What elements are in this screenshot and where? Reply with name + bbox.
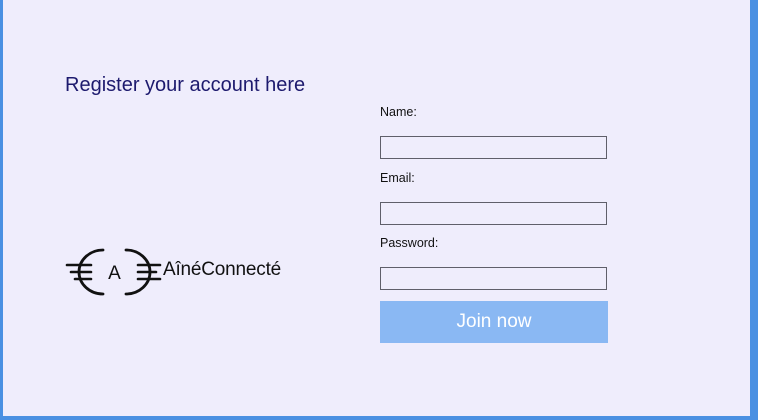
registration-page: Register your account here A AînéConnect…	[3, 0, 750, 416]
email-label: Email:	[380, 171, 415, 185]
name-label: Name:	[380, 105, 417, 119]
logo-letter: A	[108, 263, 121, 284]
password-label: Password:	[380, 236, 439, 250]
join-now-button[interactable]: Join now	[380, 301, 608, 343]
logo-mark-icon: A	[65, 248, 162, 296]
brand-name: AînéConnecté	[163, 259, 282, 280]
name-input[interactable]	[380, 136, 607, 159]
email-input[interactable]	[380, 202, 607, 225]
password-input[interactable]	[380, 267, 607, 290]
page-title: Register your account here	[65, 74, 306, 96]
brand-logo: A AînéConnecté	[65, 245, 305, 301]
